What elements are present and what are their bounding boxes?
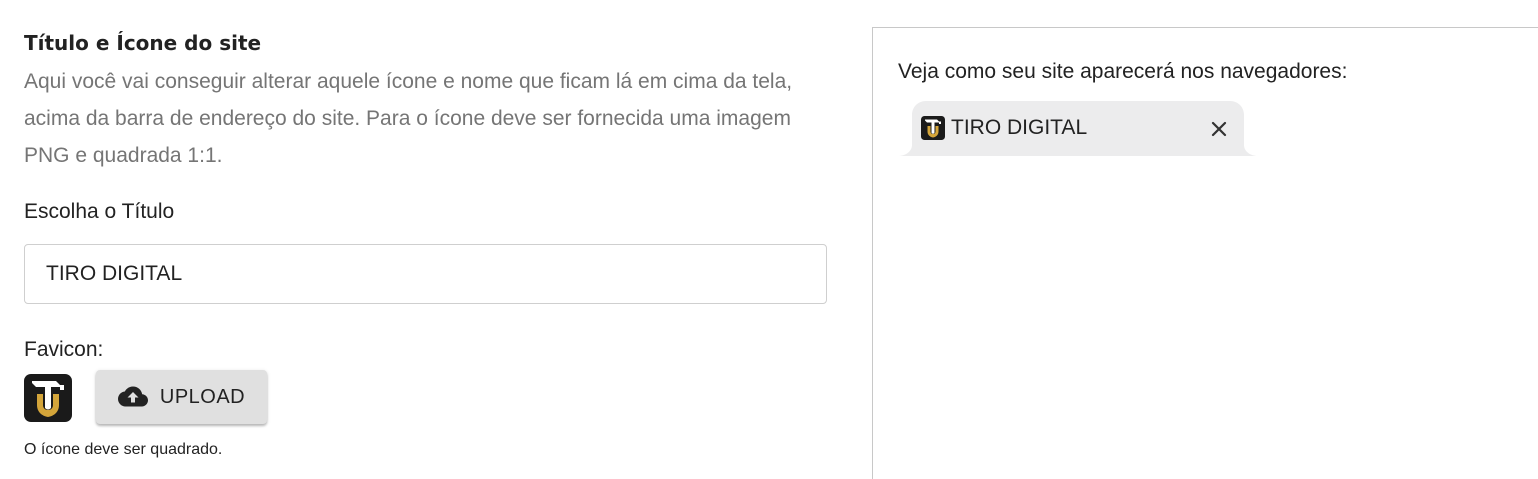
tab-favicon-logo-icon	[921, 116, 945, 140]
browser-preview-panel: Veja como seu site aparecerá nos navegad…	[872, 27, 1538, 479]
upload-button-label: UPLOAD	[159, 385, 246, 408]
browser-tab-preview: TIRO DIGITAL	[898, 101, 1258, 157]
cloud-upload-icon	[117, 386, 148, 408]
tab-title: TIRO DIGITAL	[951, 116, 1088, 139]
preview-caption: Veja como seu site aparecerá nos navegad…	[898, 60, 1348, 83]
section-title: Título e Ícone do site	[24, 31, 262, 55]
site-title-and-icon-settings: Título e Ícone do site Aqui você vai con…	[24, 0, 830, 479]
title-field-label: Escolha o Título	[24, 200, 175, 223]
close-icon[interactable]	[1208, 118, 1230, 140]
upload-button[interactable]: UPLOAD	[96, 370, 267, 424]
section-description: Aqui você vai conseguir alterar aquele í…	[24, 70, 793, 167]
favicon-label: Favicon:	[24, 338, 104, 361]
favicon-preview-logo-icon	[24, 374, 72, 422]
site-title-input[interactable]	[24, 244, 827, 304]
favicon-helper-text: O ícone deve ser quadrado.	[24, 441, 223, 458]
